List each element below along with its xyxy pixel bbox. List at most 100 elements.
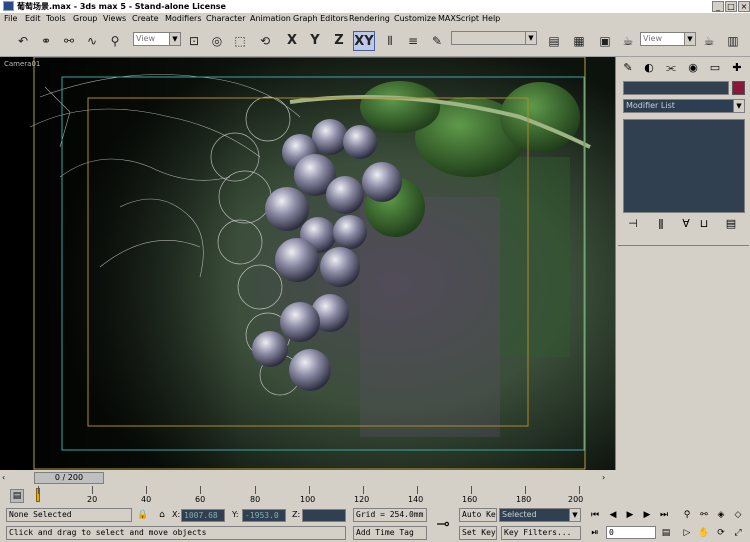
menu-character[interactable]: Character	[206, 14, 246, 23]
track-view-icon[interactable]: ▤	[545, 31, 563, 51]
quick-render-icon[interactable]: ☕	[700, 31, 718, 51]
next-frame-icon[interactable]: ▶	[640, 508, 654, 522]
pin-stack-icon[interactable]: ⊣	[625, 216, 641, 232]
zoom-extents-all-icon[interactable]: ◇	[731, 508, 745, 522]
align-icon[interactable]: ≡	[404, 31, 422, 51]
mirror-icon[interactable]: ⫴	[381, 31, 399, 51]
x-coordinate-field[interactable]: 1007.68	[181, 509, 225, 522]
menu-customize[interactable]: Customize	[394, 14, 436, 23]
material-editor-icon[interactable]: ▣	[596, 31, 614, 51]
absolute-mode-icon[interactable]: ⌂	[155, 508, 169, 522]
menu-modifiers[interactable]: Modifiers	[165, 14, 202, 23]
zoom-all-icon[interactable]: ⚯	[697, 508, 711, 522]
mini-curve-editor-icon[interactable]: ▤	[10, 489, 24, 503]
add-time-tag-button[interactable]: Add Time Tag	[353, 526, 427, 540]
reference-coordinate-dropdown[interactable]: View ▼	[133, 32, 181, 46]
create-tab-icon[interactable]: ✎	[620, 60, 636, 76]
track-bar[interactable]: ▤ 20 40 60 80 100 120 140 160 180 200	[0, 486, 750, 506]
utilities-tab-icon[interactable]: ✚	[729, 60, 745, 76]
auto-key-button[interactable]: Auto Key	[459, 508, 497, 522]
menu-views[interactable]: Views	[103, 14, 126, 23]
field-of-view-icon[interactable]: ▷	[680, 526, 694, 540]
selection-filter-icon[interactable]: ⚲	[106, 31, 124, 51]
app-icon[interactable]	[3, 1, 14, 11]
time-slider[interactable]: 0 / 200	[34, 472, 104, 484]
grid-display: Grid = 254.0mm	[353, 508, 427, 522]
object-color-swatch[interactable]	[732, 81, 745, 95]
previous-frame-icon[interactable]: ◀	[606, 508, 620, 522]
restrict-x-button[interactable]: X	[283, 31, 301, 51]
pivot-center-icon[interactable]: ⊡	[185, 31, 203, 51]
set-key-mode-icon[interactable]: ⊸	[430, 510, 456, 538]
named-selection-icon[interactable]: ✎	[428, 31, 446, 51]
menu-group[interactable]: Group	[73, 14, 97, 23]
key-mode-toggle-icon[interactable]: ⏯	[588, 526, 602, 540]
undo-icon[interactable]: ↶	[14, 31, 32, 51]
menu-maxscript[interactable]: MAXScript	[438, 14, 479, 23]
menu-edit[interactable]: Edit	[25, 14, 41, 23]
select-move-icon[interactable]: ⬚	[231, 31, 249, 51]
restrict-z-button[interactable]: Z	[330, 31, 348, 51]
unlink-icon[interactable]: ⚯	[60, 31, 78, 51]
z-coordinate-field[interactable]	[302, 509, 346, 522]
close-button[interactable]: ×	[738, 1, 750, 12]
menu-file[interactable]: File	[4, 14, 17, 23]
named-selection-dropdown[interactable]: ▼	[451, 31, 537, 45]
menu-animation[interactable]: Animation	[250, 14, 291, 23]
restrict-xy-button[interactable]: XY	[353, 31, 375, 51]
select-rotate-icon[interactable]: ⟲	[256, 31, 274, 51]
menu-rendering[interactable]: Rendering	[349, 14, 390, 23]
chevron-down-icon: ▼	[569, 509, 580, 521]
configure-modifier-sets-icon[interactable]: ▤	[723, 216, 739, 232]
menu-graph-editors[interactable]: Graph Editors	[293, 14, 348, 23]
schematic-view-icon[interactable]: ▦	[570, 31, 588, 51]
menu-create[interactable]: Create	[132, 14, 159, 23]
select-object-icon[interactable]: ◎	[208, 31, 226, 51]
zoom-icon[interactable]: ⚲	[680, 508, 694, 522]
play-icon[interactable]: ▶	[623, 508, 637, 522]
modifier-list-dropdown[interactable]: Modifier List ▼	[623, 99, 745, 113]
display-tab-icon[interactable]: ▭	[707, 60, 723, 76]
key-filters-button[interactable]: Key Filters...	[501, 526, 581, 540]
title-bar: 葡萄场景.max - 3ds max 5 - Stand-alone Licen…	[0, 0, 750, 13]
modify-tab-icon[interactable]: ◐	[641, 60, 657, 76]
camera-viewport[interactable]: Camera01	[0, 57, 615, 470]
pan-icon[interactable]: ✋	[697, 526, 711, 540]
y-coordinate-field[interactable]: -1953.0	[242, 509, 286, 522]
restrict-y-button[interactable]: Y	[306, 31, 324, 51]
go-to-start-icon[interactable]: ⏮	[588, 508, 602, 522]
set-key-button[interactable]: Set Key	[459, 526, 497, 540]
time-slider-bar: ‹ 0 / 200 ›	[0, 470, 615, 486]
maximize-button[interactable]: □	[725, 1, 737, 12]
hierarchy-tab-icon[interactable]: ⫘	[663, 60, 679, 76]
status-bar: None Selected Click and drag to select a…	[0, 506, 750, 542]
menu-help[interactable]: Help	[482, 14, 500, 23]
current-frame-field[interactable]: 0	[606, 526, 656, 539]
menu-tools[interactable]: Tools	[46, 14, 66, 23]
selection-status: None Selected	[6, 508, 132, 522]
bind-space-warp-icon[interactable]: ∿	[83, 31, 101, 51]
chevron-down-icon: ▼	[684, 33, 695, 45]
remove-modifier-icon[interactable]: ⊔	[696, 216, 712, 232]
modifier-stack[interactable]	[623, 119, 745, 213]
select-link-icon[interactable]: ⚭	[37, 31, 55, 51]
time-configuration-icon[interactable]: ▤	[659, 526, 673, 540]
render-last-icon[interactable]: ▥	[724, 31, 742, 51]
viewport-label[interactable]: Camera01	[4, 60, 40, 68]
orbit-icon[interactable]: ⟳	[714, 526, 728, 540]
show-end-result-icon[interactable]: ǁ	[653, 216, 669, 232]
render-type-dropdown[interactable]: View ▼	[640, 32, 696, 46]
chevron-left-icon[interactable]: ‹	[2, 473, 12, 483]
render-scene-icon[interactable]: ☕	[619, 31, 637, 51]
scene-render	[0, 57, 615, 470]
make-unique-icon[interactable]: ∀	[678, 216, 694, 232]
chevron-right-icon[interactable]: ›	[602, 473, 612, 483]
motion-tab-icon[interactable]: ◉	[685, 60, 701, 76]
object-name-field[interactable]	[623, 81, 729, 95]
go-to-end-icon[interactable]: ⏭	[657, 508, 671, 522]
maximize-viewport-icon[interactable]: ⤢	[731, 526, 745, 540]
lock-icon[interactable]: 🔒	[136, 508, 150, 522]
minimize-button[interactable]: _	[712, 1, 724, 12]
key-mode-dropdown[interactable]: Selected ▼	[499, 508, 581, 522]
zoom-extents-icon[interactable]: ◈	[714, 508, 728, 522]
